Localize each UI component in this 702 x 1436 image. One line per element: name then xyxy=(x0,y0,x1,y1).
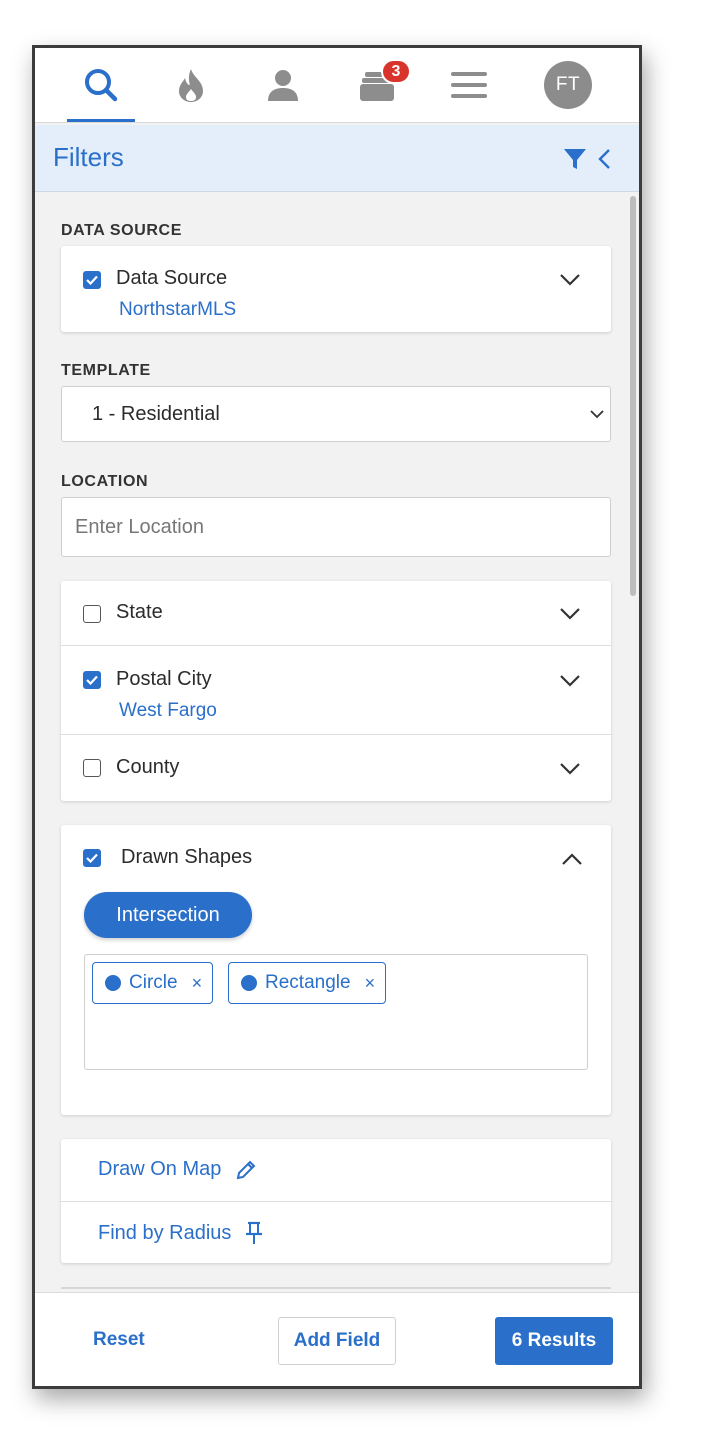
draw-on-map-label: Draw On Map xyxy=(98,1158,222,1180)
state-checkbox[interactable] xyxy=(83,605,101,623)
app-frame: 3 FT Filters DATA SOURCE Data Source Nor… xyxy=(32,45,642,1389)
drawn-shapes-checkbox[interactable] xyxy=(83,849,101,867)
facet-row-county[interactable]: County xyxy=(61,734,611,801)
nav-hot[interactable] xyxy=(155,48,227,122)
header-actions xyxy=(563,147,611,171)
nav-menu[interactable] xyxy=(433,48,505,122)
facet-row-state[interactable]: State xyxy=(61,581,611,645)
chevron-down-icon[interactable] xyxy=(559,762,581,776)
find-by-radius-label: Find by Radius xyxy=(98,1221,232,1244)
chevron-down-icon[interactable] xyxy=(559,273,581,287)
page-title: Filters xyxy=(53,142,124,172)
search-icon xyxy=(85,69,118,102)
template-selected-value: 1 - Residential xyxy=(92,403,220,425)
shape-dot-icon xyxy=(241,975,257,991)
flame-icon xyxy=(179,69,203,102)
draw-on-map-link[interactable]: Draw On Map xyxy=(61,1139,611,1201)
remove-tag-icon[interactable]: × xyxy=(192,973,203,994)
facet-row-postal-city[interactable]: Postal City West Fargo xyxy=(61,645,611,734)
shape-tag-label: Rectangle xyxy=(265,972,351,993)
checkmark-icon xyxy=(86,853,98,863)
nav-account[interactable]: FT xyxy=(532,48,604,122)
add-field-button[interactable]: Add Field xyxy=(278,1317,396,1365)
filter-icon[interactable] xyxy=(563,147,587,171)
data-source-title: Data Source xyxy=(116,267,228,289)
facet-label-state: State xyxy=(116,601,163,623)
avatar: FT xyxy=(544,61,592,109)
pushpin-icon xyxy=(246,1221,263,1244)
section-label-template: TEMPLATE xyxy=(61,362,151,379)
location-input[interactable]: Enter Location xyxy=(61,497,611,557)
nav-carts[interactable]: 3 xyxy=(341,48,413,122)
data-source-card[interactable]: Data Source NorthstarMLS xyxy=(61,246,611,332)
facet-label-county: County xyxy=(116,756,180,778)
footer-action-bar: Reset Add Field 6 Results xyxy=(35,1292,639,1386)
facet-label-postal-city: Postal City xyxy=(116,668,212,690)
remove-tag-icon[interactable]: × xyxy=(365,973,376,994)
map-tools-card: Draw On Map Find by Radius xyxy=(61,1139,611,1263)
chevron-down-icon[interactable] xyxy=(559,607,581,621)
chevron-down-icon xyxy=(590,410,604,419)
pencil-icon xyxy=(237,1160,256,1179)
data-source-checkbox[interactable] xyxy=(83,271,101,289)
hamburger-menu-icon xyxy=(451,72,487,98)
shape-tag-label: Circle xyxy=(129,972,178,993)
nav-search[interactable] xyxy=(65,48,137,122)
notification-badge: 3 xyxy=(381,59,411,84)
location-placeholder: Enter Location xyxy=(75,516,204,538)
divider xyxy=(61,1287,611,1289)
county-checkbox[interactable] xyxy=(83,759,101,777)
collapse-chevron-left-icon[interactable] xyxy=(597,148,611,170)
shape-tag-rectangle[interactable]: Rectangle × xyxy=(228,962,387,1004)
checkmark-icon xyxy=(86,275,98,285)
section-label-location: LOCATION xyxy=(61,473,149,490)
drawn-shapes-title: Drawn Shapes xyxy=(121,846,253,868)
find-by-radius-link[interactable]: Find by Radius xyxy=(61,1201,611,1264)
scrollbar-thumb[interactable] xyxy=(630,196,636,596)
shape-dot-icon xyxy=(105,975,121,991)
template-select[interactable]: 1 - Residential xyxy=(61,386,611,442)
drawn-shapes-card: Drawn Shapes Intersection Circle × Recta… xyxy=(61,825,611,1115)
intersection-toggle-button[interactable]: Intersection xyxy=(84,892,252,938)
chevron-down-icon[interactable] xyxy=(559,674,581,688)
postal-city-value: West Fargo xyxy=(119,700,217,721)
chevron-up-icon[interactable] xyxy=(561,852,583,866)
shape-tag-circle[interactable]: Circle × xyxy=(92,962,214,1004)
location-facets-card: State Postal City West Fargo County xyxy=(61,581,611,801)
section-label-data-source: DATA SOURCE xyxy=(61,222,182,239)
shape-tags-box[interactable]: Circle × Rectangle × xyxy=(84,954,588,1070)
filters-header: Filters xyxy=(35,125,639,192)
results-button[interactable]: 6 Results xyxy=(495,1317,613,1365)
data-source-value: NorthstarMLS xyxy=(119,299,237,320)
nav-profile[interactable] xyxy=(247,48,319,122)
reset-button[interactable]: Reset xyxy=(93,1329,145,1351)
postal-city-checkbox[interactable] xyxy=(83,671,101,689)
data-source-row[interactable]: Data Source NorthstarMLS xyxy=(61,246,611,332)
top-nav: 3 FT xyxy=(35,48,639,123)
filters-scroll-area[interactable]: DATA SOURCE Data Source NorthstarMLS TEM… xyxy=(35,192,639,1292)
user-icon xyxy=(268,70,298,101)
checkmark-icon xyxy=(86,675,98,685)
